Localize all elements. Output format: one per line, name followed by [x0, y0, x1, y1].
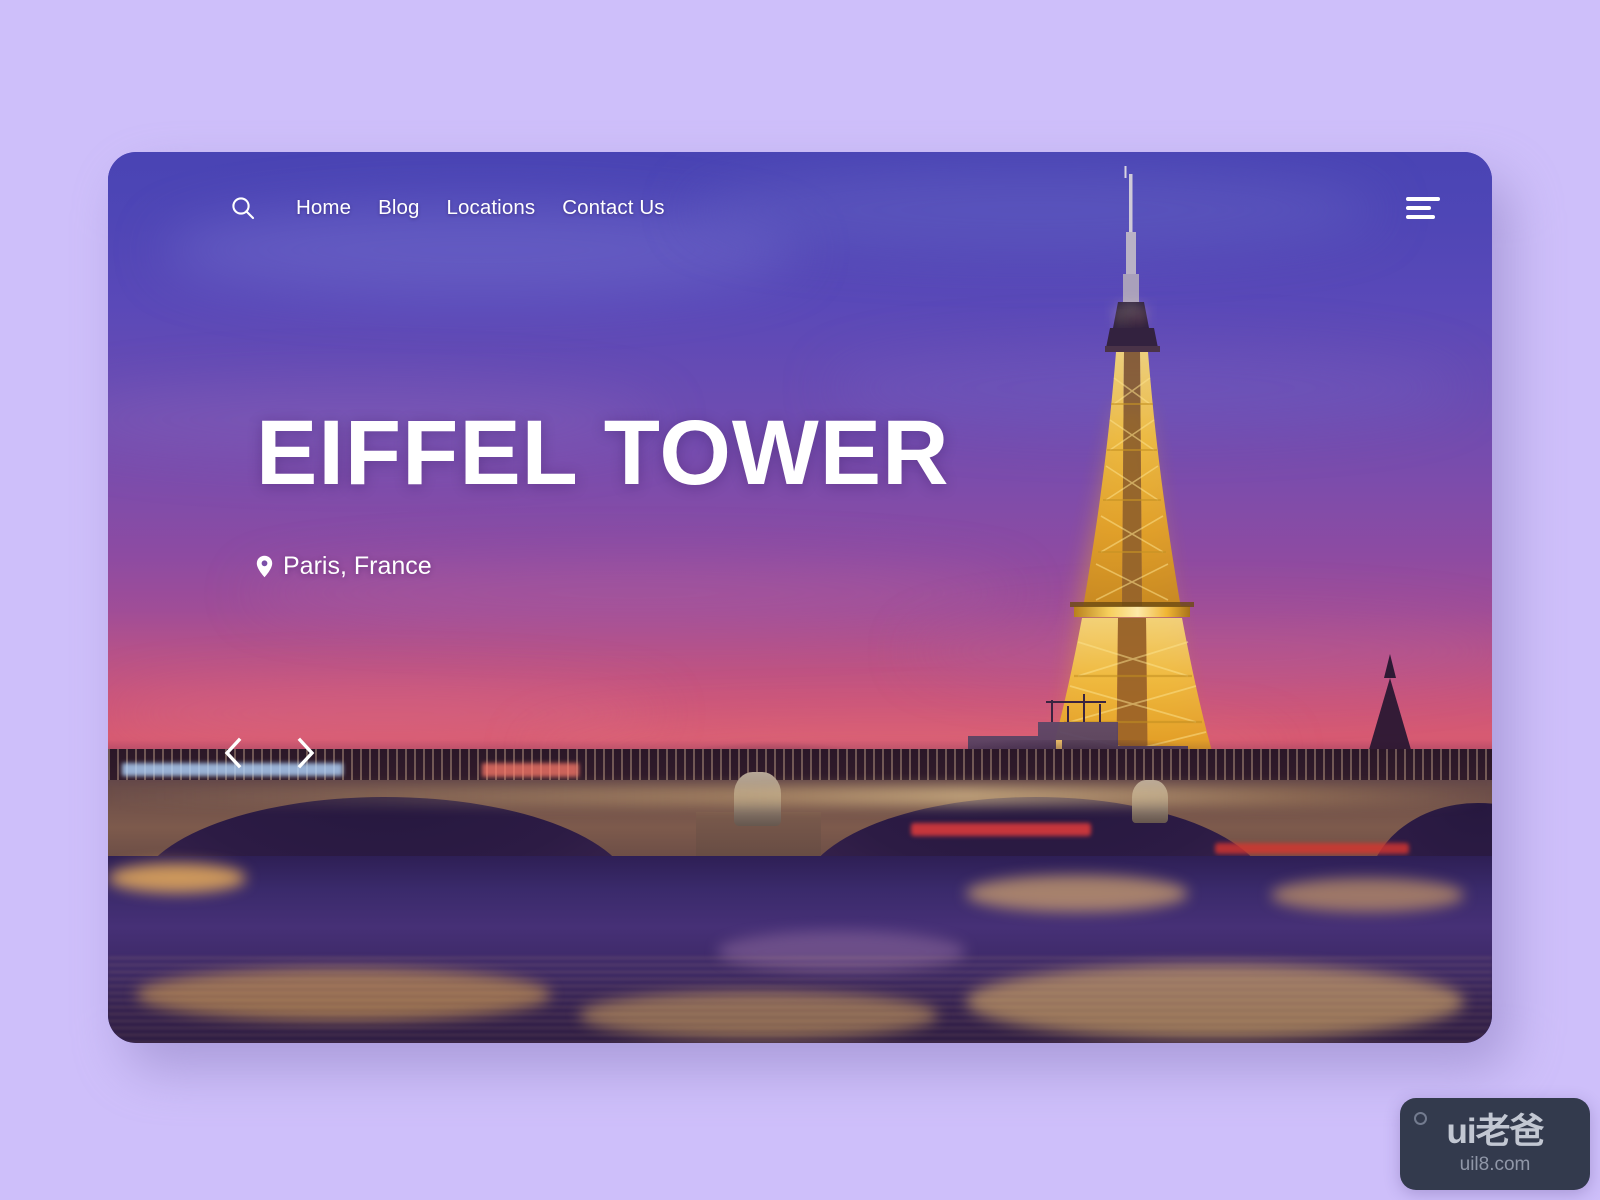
- page-title: EIFFEL TOWER: [256, 402, 950, 504]
- carousel-prev-button[interactable]: [220, 733, 246, 773]
- watermark-badge: ui老爸 uil8.com: [1400, 1098, 1590, 1190]
- water-ripples: [108, 956, 1492, 1043]
- chevron-left-icon: [224, 737, 242, 769]
- menu-line: [1406, 197, 1440, 201]
- carousel-controls: [220, 733, 319, 773]
- traffic-light-trail: [481, 763, 579, 778]
- seine-river: [108, 855, 1492, 1043]
- map-pin-icon: [256, 555, 273, 578]
- nav-link-locations[interactable]: Locations: [447, 196, 536, 220]
- nav-link-home[interactable]: Home: [296, 196, 351, 220]
- menu-line: [1406, 215, 1435, 219]
- search-button[interactable]: [228, 193, 258, 223]
- nav-link-blog[interactable]: Blog: [378, 196, 419, 220]
- water-reflection: [1270, 878, 1465, 913]
- location-line: Paris, France: [256, 552, 950, 581]
- boat-light-trail: [1215, 843, 1409, 855]
- hero-background-photo: [108, 152, 1492, 1043]
- watermark-site: uil8.com: [1459, 1154, 1531, 1175]
- hamburger-menu-icon[interactable]: [1406, 196, 1440, 220]
- watermark-brand: ui老爸: [1446, 1112, 1544, 1151]
- bridge-underlight: [108, 786, 1492, 806]
- carousel-next-button[interactable]: [293, 733, 319, 773]
- hero-text-block: EIFFEL TOWER Paris, France: [256, 407, 950, 581]
- watermark-dot-icon: [1414, 1112, 1427, 1125]
- boat-light-trail: [910, 823, 1091, 836]
- water-reflection: [966, 874, 1188, 913]
- water-reflection: [108, 863, 247, 894]
- nav-links: Home Blog Locations Contact Us: [296, 196, 665, 220]
- location-label: Paris, France: [283, 552, 432, 580]
- hero-card: Home Blog Locations Contact Us EIFFEL TO…: [108, 152, 1492, 1043]
- nav-link-contact-us[interactable]: Contact Us: [562, 196, 664, 220]
- chevron-right-icon: [297, 737, 315, 769]
- menu-line: [1406, 206, 1431, 210]
- navbar: Home Blog Locations Contact Us: [108, 152, 1492, 264]
- search-icon: [232, 197, 255, 220]
